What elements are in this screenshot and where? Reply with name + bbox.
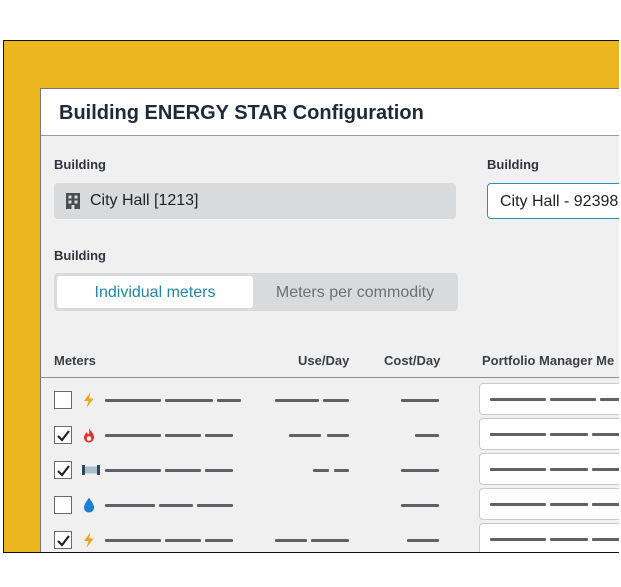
building-icon	[66, 193, 80, 209]
pm-meter-placeholder	[490, 503, 546, 506]
meters-per-commodity-label: Meters per commodity	[275, 284, 435, 301]
pm-building-value: City Hall - 92398	[500, 193, 619, 210]
electricity-icon	[84, 532, 94, 548]
pm-meter-placeholder	[490, 468, 546, 471]
meter-checkbox[interactable]	[54, 531, 72, 549]
meter-name-placeholder	[205, 539, 233, 542]
pm-meter-placeholder	[490, 433, 546, 436]
meter-name-placeholder	[165, 469, 201, 472]
meter-name-placeholder	[105, 504, 155, 507]
meter-mode-toggle: Individual meters Meters per commodity	[54, 273, 458, 311]
column-use-per-day: Use/Day	[298, 353, 350, 368]
building-value: City Hall [1213]	[90, 192, 199, 209]
use-per-day-placeholder	[311, 539, 349, 542]
gas-flame-icon	[84, 428, 94, 443]
pm-meter-select[interactable]	[479, 418, 619, 450]
electricity-icon	[84, 392, 94, 408]
meter-name-placeholder	[159, 504, 193, 507]
use-per-day-placeholder	[289, 434, 321, 437]
pm-meter-placeholder	[550, 398, 596, 401]
water-drop-icon	[84, 497, 94, 513]
meter-name-placeholder	[205, 434, 233, 437]
pm-meter-select[interactable]	[479, 453, 619, 485]
meter-checkbox[interactable]	[54, 496, 72, 514]
meter-checkbox[interactable]	[54, 426, 72, 444]
meter-name-placeholder	[197, 504, 233, 507]
building-label: Building	[54, 157, 106, 172]
pm-meter-placeholder	[550, 468, 588, 471]
pm-meter-placeholder	[592, 433, 619, 436]
dialog-header: Building ENERGY STAR Configuration	[41, 89, 619, 136]
pm-meter-placeholder	[592, 468, 619, 471]
table-header-divider	[41, 377, 619, 378]
meter-name-placeholder	[165, 399, 213, 402]
meter-name-placeholder	[165, 539, 201, 542]
use-per-day-placeholder	[275, 399, 319, 402]
meter-name-placeholder	[165, 434, 201, 437]
column-cost-per-day: Cost/Day	[384, 353, 441, 368]
pm-meter-placeholder	[550, 433, 588, 436]
energy-star-config-dialog: Building ENERGY STAR Configuration Build…	[40, 88, 619, 552]
meter-name-placeholder	[105, 399, 161, 402]
pm-meter-select[interactable]	[479, 523, 619, 552]
pm-meter-placeholder	[592, 503, 619, 506]
use-per-day-placeholder	[334, 469, 349, 472]
use-per-day-placeholder	[323, 399, 349, 402]
cost-per-day-placeholder	[407, 539, 439, 542]
cost-per-day-placeholder	[415, 434, 439, 437]
meter-name-placeholder	[217, 399, 241, 402]
pm-building-input[interactable]: City Hall - 92398	[487, 183, 619, 219]
pm-meter-placeholder	[600, 398, 619, 401]
pm-meter-select[interactable]	[479, 383, 619, 415]
column-meters: Meters	[54, 353, 96, 368]
checkmark-icon	[57, 535, 70, 547]
pm-meter-select[interactable]	[479, 488, 619, 520]
meter-name-placeholder	[105, 434, 161, 437]
meter-name-placeholder	[205, 469, 233, 472]
meter-checkbox[interactable]	[54, 391, 72, 409]
cost-per-day-placeholder	[401, 504, 439, 507]
pm-meter-placeholder	[550, 538, 588, 541]
cost-per-day-placeholder	[401, 469, 439, 472]
checkmark-icon	[57, 465, 70, 477]
meter-mode-label: Building	[54, 248, 106, 263]
meters-per-commodity-option[interactable]: Meters per commodity	[255, 276, 455, 308]
meter-name-placeholder	[105, 539, 161, 542]
meter-name-placeholder	[105, 469, 161, 472]
table-row	[41, 523, 619, 552]
pm-meter-placeholder	[490, 398, 546, 401]
pm-meter-placeholder	[490, 538, 546, 541]
pm-meter-placeholder	[592, 538, 619, 541]
column-portfolio-manager-meter: Portfolio Manager Me	[482, 353, 615, 368]
dialog-title: Building ENERGY STAR Configuration	[59, 102, 424, 124]
app-frame: Building ENERGY STAR Configuration Build…	[3, 40, 619, 553]
meter-checkbox[interactable]	[54, 461, 72, 479]
use-per-day-placeholder	[327, 434, 349, 437]
building-field: City Hall [1213]	[54, 183, 456, 219]
individual-meters-label: Individual meters	[94, 284, 216, 301]
pm-building-label: Building	[487, 157, 539, 172]
use-per-day-placeholder	[275, 539, 307, 542]
individual-meters-option[interactable]: Individual meters	[57, 276, 253, 308]
steam-pipe-icon	[82, 465, 100, 475]
use-per-day-placeholder	[313, 469, 329, 472]
pm-meter-placeholder	[550, 503, 588, 506]
checkmark-icon	[57, 430, 70, 442]
cost-per-day-placeholder	[401, 399, 439, 402]
